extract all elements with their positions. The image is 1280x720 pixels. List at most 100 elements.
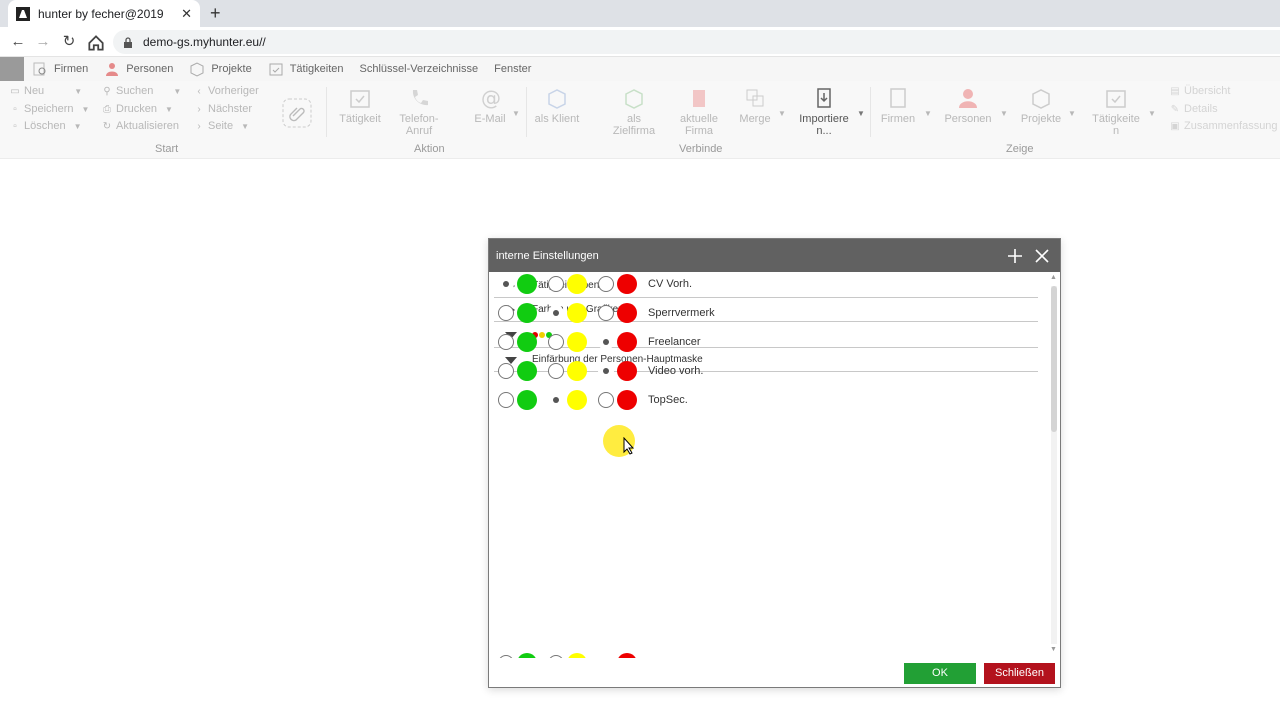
- tab-firmen-label: Firmen: [54, 63, 89, 75]
- neu-button[interactable]: ▭ Neu ▼: [10, 85, 82, 97]
- radio-yellow[interactable]: [548, 305, 564, 321]
- tab-personen[interactable]: Personen: [104, 61, 173, 77]
- dialog-scrollbar[interactable]: ▲ ▼: [1047, 272, 1060, 658]
- radio-red[interactable]: [598, 334, 614, 350]
- chevron-down-icon: ▼: [173, 86, 182, 96]
- project-icon: [190, 62, 204, 77]
- back-icon[interactable]: ←: [8, 32, 28, 52]
- forward-icon[interactable]: →: [33, 32, 53, 52]
- tab-projekte[interactable]: Projekte: [189, 61, 252, 77]
- reload-icon[interactable]: ↻: [59, 32, 79, 52]
- drucken-button[interactable]: ⎙ Drucken ▼: [102, 103, 173, 115]
- building-search-icon: [33, 62, 46, 76]
- naechster-button[interactable]: › Nächster: [194, 103, 252, 115]
- close-tab-icon[interactable]: ✕: [181, 6, 192, 22]
- zeige-personen-button[interactable]: Personen: [940, 87, 996, 125]
- aktualisieren-button[interactable]: ↻ Aktualisieren: [102, 120, 179, 132]
- radio-red[interactable]: [598, 305, 614, 321]
- als-zielfirma-label-2: Zielfirma: [612, 125, 656, 137]
- summary-icon: ▣: [1170, 120, 1180, 132]
- person-icon: [106, 63, 119, 76]
- color-row: Freelancer: [498, 330, 701, 354]
- attachment-icon[interactable]: [282, 98, 312, 128]
- url-field[interactable]: demo-gs.myhunter.eu//: [113, 30, 1280, 54]
- tab-firmen[interactable]: Firmen: [32, 61, 88, 77]
- radio-yellow[interactable]: [548, 392, 564, 408]
- loeschen-button[interactable]: ▫ Löschen ▼: [10, 120, 82, 132]
- close-icon[interactable]: [1033, 247, 1051, 265]
- chevron-right-icon: ›: [197, 120, 201, 132]
- radio-green[interactable]: [498, 363, 514, 379]
- yellow-circle-icon: [567, 303, 587, 323]
- zeige-projekte-button[interactable]: Projekte: [1013, 87, 1069, 125]
- zeige-firmen-button[interactable]: Firmen: [870, 87, 926, 125]
- calendar-icon: [269, 63, 283, 76]
- dialog-title: interne Einstellungen: [496, 249, 599, 262]
- tab-schluessel-label: Schlüssel-Verzeichnisse: [359, 63, 479, 75]
- telefon-label-1: Telefon-: [399, 113, 439, 125]
- radio-green[interactable]: [498, 334, 514, 350]
- taetigkeit-button[interactable]: Tätigkeit: [332, 87, 388, 125]
- link-client-icon: [548, 89, 566, 109]
- person-icon: [959, 89, 977, 108]
- details-button[interactable]: ✎ Details: [1170, 103, 1218, 115]
- radio-green[interactable]: [498, 305, 514, 321]
- yellow-circle-icon: [567, 332, 587, 352]
- new-tab-icon[interactable]: +: [210, 3, 221, 24]
- zeige-personen-label: Personen: [944, 113, 992, 125]
- color-row: TopSec.: [498, 388, 688, 412]
- speichern-button[interactable]: ▫ Speichern ▼: [10, 103, 89, 115]
- zeige-taetigkeiten-label-1: Tätigkeite: [1092, 113, 1140, 125]
- app-menu-icon[interactable]: [0, 57, 24, 81]
- print-icon: ⎙: [103, 103, 111, 115]
- color-row-label: TopSec.: [648, 394, 688, 406]
- scroll-up-icon[interactable]: ▲: [1050, 274, 1057, 281]
- chevron-down-icon: ▼: [73, 121, 82, 131]
- aktuelle-firma-button[interactable]: aktuelle Firma: [671, 87, 727, 137]
- email-button[interactable]: @ E-Mail: [462, 87, 518, 125]
- scroll-down-icon[interactable]: ▼: [1050, 646, 1057, 653]
- color-row: Video vorh.: [498, 359, 703, 383]
- radio-yellow[interactable]: [548, 363, 564, 379]
- radio-green[interactable]: [498, 276, 514, 292]
- green-circle-icon: [517, 303, 537, 323]
- als-zielfirma-button[interactable]: als Zielfirma: [606, 87, 662, 137]
- divider: [326, 87, 327, 137]
- browser-tab[interactable]: hunter by fecher@2019 ✕: [8, 0, 200, 27]
- green-circle-icon: [517, 332, 537, 352]
- uebersicht-button[interactable]: ▤ Übersicht: [1170, 85, 1230, 97]
- radio-red[interactable]: [598, 392, 614, 408]
- plus-icon[interactable]: [1006, 247, 1024, 265]
- dialog-footer: OK Schließen: [489, 658, 1060, 688]
- scroll-thumb[interactable]: [1051, 286, 1057, 432]
- zusammenfassung-label: Zusammenfassung: [1184, 120, 1278, 132]
- merge-button[interactable]: Merge: [727, 87, 783, 125]
- suchen-button[interactable]: ⚲ Suchen ▼: [102, 85, 181, 97]
- calendar-icon: [1106, 90, 1126, 108]
- radio-red[interactable]: [598, 363, 614, 379]
- radio-green[interactable]: [498, 392, 514, 408]
- link-target-company-icon: [625, 89, 643, 109]
- tab-schluessel[interactable]: Schlüssel-Verzeichnisse: [360, 63, 479, 75]
- als-klient-button[interactable]: als Klient: [529, 87, 585, 125]
- radio-yellow[interactable]: [548, 276, 564, 292]
- speichern-label: Speichern: [24, 103, 74, 115]
- chevron-down-icon: ▼: [74, 86, 83, 96]
- radio-yellow[interactable]: [548, 334, 564, 350]
- importieren-button[interactable]: Importiere n...: [796, 87, 852, 137]
- zeige-taetigkeiten-button[interactable]: Tätigkeite n: [1088, 87, 1144, 137]
- zusammenfassung-button[interactable]: ▣ Zusammenfassung: [1170, 120, 1278, 132]
- import-icon: [817, 88, 831, 108]
- schliessen-button[interactable]: Schließen: [984, 663, 1055, 684]
- tab-fenster[interactable]: Fenster: [494, 63, 531, 75]
- ok-button[interactable]: OK: [904, 663, 976, 684]
- merge-icon: [746, 89, 764, 107]
- vorheriger-button[interactable]: ‹ Vorheriger: [194, 85, 258, 97]
- radio-red[interactable]: [598, 276, 614, 292]
- home-icon[interactable]: [86, 33, 106, 53]
- telefon-anruf-button[interactable]: Telefon- Anruf: [391, 87, 447, 137]
- tab-personen-label: Personen: [126, 63, 174, 75]
- seite-button[interactable]: › Seite ▼: [194, 120, 249, 132]
- tab-taetigkeiten[interactable]: Tätigkeiten: [268, 61, 344, 77]
- dialog-body: Tätigkeitstypen Farben und Grafiken Einf…: [489, 272, 1047, 658]
